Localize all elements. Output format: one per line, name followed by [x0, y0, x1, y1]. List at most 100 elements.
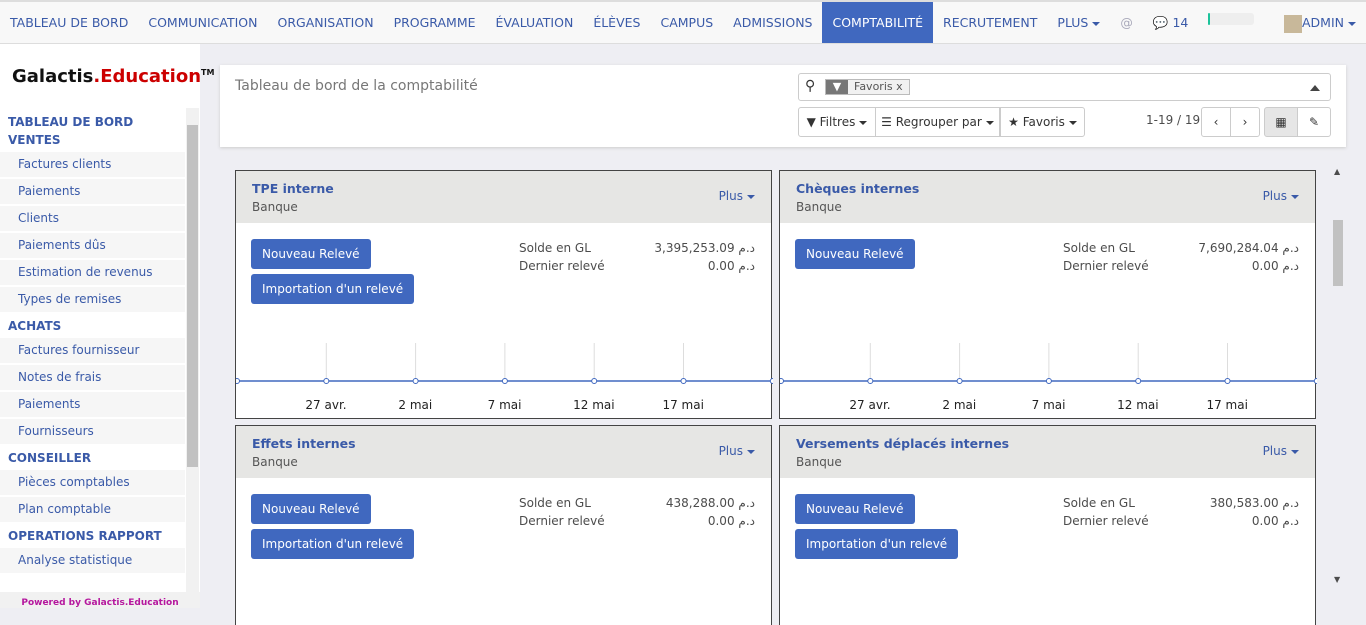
gl-balance-value: 7,690,284.04 د.م: [1198, 241, 1299, 255]
last-statement-value: 0.00 د.م: [1251, 514, 1299, 528]
graph-point: [1224, 378, 1231, 384]
graph-tick-label: 27 avr.: [305, 398, 347, 412]
graph-point: [1135, 378, 1142, 384]
sidebar-item[interactable]: Factures clients: [0, 152, 185, 177]
more-dropdown[interactable]: Plus: [719, 444, 755, 458]
favorites-button[interactable]: ★ Favoris: [1000, 107, 1085, 137]
sidebar-section: OPERATIONS RAPPORT: [8, 529, 162, 543]
sidebar-item[interactable]: Paiements: [0, 179, 185, 204]
graph-point: [1313, 378, 1317, 384]
graph-point: [591, 378, 598, 384]
import-statement-button[interactable]: Importation d'un relevé: [251, 274, 415, 304]
nav-item[interactable]: COMMUNICATION: [138, 2, 267, 43]
nav-item[interactable]: ÉVALUATION: [486, 2, 584, 43]
sidebar: Galactis.EducationTM TABLEAU DE BORD VEN…: [0, 44, 214, 608]
gl-balance-value: 3,395,253.09 د.م: [654, 241, 755, 255]
pager-previous-button[interactable]: ‹: [1201, 107, 1231, 137]
graph-tick-label: 17 mai: [662, 398, 704, 412]
more-dropdown[interactable]: Plus: [719, 189, 755, 203]
nav-item[interactable]: COMPTABILITÉ: [822, 2, 934, 43]
powered-by: Powered by Galactis.Education: [0, 592, 200, 608]
last-statement-label: Dernier relevé: [1063, 259, 1149, 273]
journal-type: Banque: [252, 200, 298, 214]
gl-balance-label: Solde en GL: [519, 241, 591, 255]
last-statement-label: Dernier relevé: [519, 514, 605, 528]
search-icon: ⚲: [805, 78, 816, 94]
sidebar-section: TABLEAU DE BORD VENTES: [8, 115, 134, 147]
nav-item[interactable]: ORGANISATION: [268, 2, 384, 43]
journal-title[interactable]: TPE interne: [252, 181, 755, 196]
gl-balance-value: 380,583.00 د.م: [1209, 496, 1299, 510]
gl-balance-value: 438,288.00 د.م: [665, 496, 755, 510]
last-statement-value: 0.00 د.م: [707, 514, 755, 528]
more-dropdown[interactable]: Plus: [1263, 444, 1299, 458]
nav-item[interactable]: PROGRAMME: [384, 2, 486, 43]
import-statement-button[interactable]: Importation d'un relevé: [795, 529, 959, 559]
graph-tick-label: 2 mai: [942, 398, 977, 412]
last-statement-label: Dernier relevé: [1063, 514, 1149, 528]
avatar: [1284, 14, 1302, 33]
kanban-view-button[interactable]: ▦: [1264, 107, 1298, 137]
last-statement-value: 0.00 د.م: [707, 259, 755, 273]
messages-button[interactable]: 💬 14: [1143, 2, 1198, 43]
import-statement-button[interactable]: Importation d'un relevé: [251, 529, 415, 559]
nav-item[interactable]: CAMPUS: [650, 2, 723, 43]
new-statement-button[interactable]: Nouveau Relevé: [795, 239, 915, 269]
sidebar-item[interactable]: Paiements dûs: [0, 233, 185, 258]
graph-tick-label: 12 mai: [1117, 398, 1159, 412]
new-statement-button[interactable]: Nouveau Relevé: [251, 239, 371, 269]
graph-point: [501, 378, 508, 384]
sidebar-item[interactable]: Estimation de revenus: [0, 260, 185, 285]
filters-button[interactable]: ▼ Filtres: [798, 107, 876, 137]
graph-point: [780, 378, 784, 384]
new-statement-button[interactable]: Nouveau Relevé: [251, 494, 371, 524]
sidebar-item[interactable]: Notes de frais: [0, 365, 185, 390]
groupby-button[interactable]: ☰ Regrouper par: [875, 107, 1000, 137]
user-menu[interactable]: ADMIN: [1274, 2, 1366, 43]
journal-title[interactable]: Versements déplacés internes: [796, 436, 1299, 451]
pager: 1-19 / 19: [1146, 113, 1201, 127]
graph-tick-label: 7 mai: [1031, 398, 1066, 412]
journal-card: Versements déplacés internes Banque Plus …: [779, 425, 1316, 625]
sidebar-item[interactable]: Analyse statistique: [0, 548, 185, 573]
journal-title[interactable]: Chèques internes: [796, 181, 1299, 196]
search-facet[interactable]: ▼ Favoris x: [825, 79, 910, 95]
gl-balance-label: Solde en GL: [1063, 241, 1135, 255]
nav-item[interactable]: RECRUTEMENT: [933, 2, 1047, 43]
last-statement-label: Dernier relevé: [519, 259, 605, 273]
graph-point: [867, 378, 874, 384]
journal-type: Banque: [796, 455, 842, 469]
sidebar-scrollbar[interactable]: [186, 108, 199, 594]
sidebar-item[interactable]: Factures fournisseur: [0, 338, 185, 363]
graph-tick-label: 2 mai: [398, 398, 433, 412]
new-statement-button[interactable]: Nouveau Relevé: [795, 494, 915, 524]
main-scrollbar[interactable]: ▲ ▼: [1330, 165, 1346, 595]
sidebar-item[interactable]: Paiements: [0, 392, 185, 417]
journal-title[interactable]: Effets internes: [252, 436, 755, 451]
nav-item[interactable]: ÉLÈVES: [583, 2, 650, 43]
search-input[interactable]: ⚲ ▼ Favoris x: [798, 73, 1331, 101]
top-navbar: TABLEAU DE BORD COMMUNICATION ORGANISATION…: [0, 0, 1366, 44]
sidebar-item[interactable]: Clients: [0, 206, 185, 231]
sidebar-item[interactable]: Plan comptable: [0, 497, 185, 522]
control-panel: Tableau de bord de la comptabilité ⚲ ▼ Fa…: [220, 65, 1346, 147]
sidebar-item[interactable]: Types de remises: [0, 287, 185, 312]
gl-balance-label: Solde en GL: [1063, 496, 1135, 510]
graph-point: [769, 378, 773, 384]
pager-next-button[interactable]: ›: [1230, 107, 1260, 137]
graph-point: [412, 378, 419, 384]
journal-type: Banque: [252, 455, 298, 469]
more-dropdown[interactable]: Plus: [1263, 189, 1299, 203]
form-view-button[interactable]: ✎: [1297, 107, 1331, 137]
mentions-icon[interactable]: @: [1110, 2, 1143, 43]
nav-more[interactable]: PLUS: [1047, 2, 1110, 43]
nav-item[interactable]: ADMISSIONS: [723, 2, 822, 43]
toggle-search-icon[interactable]: [1310, 85, 1320, 91]
sidebar-item[interactable]: Pièces comptables: [0, 470, 185, 495]
remove-facet-icon[interactable]: x: [896, 80, 903, 93]
sidebar-section: ACHATS: [8, 319, 62, 333]
logo: Galactis.EducationTM: [12, 66, 215, 87]
graph-point: [680, 378, 687, 384]
nav-item[interactable]: TABLEAU DE BORD: [0, 2, 138, 43]
sidebar-item[interactable]: Fournisseurs: [0, 419, 185, 444]
